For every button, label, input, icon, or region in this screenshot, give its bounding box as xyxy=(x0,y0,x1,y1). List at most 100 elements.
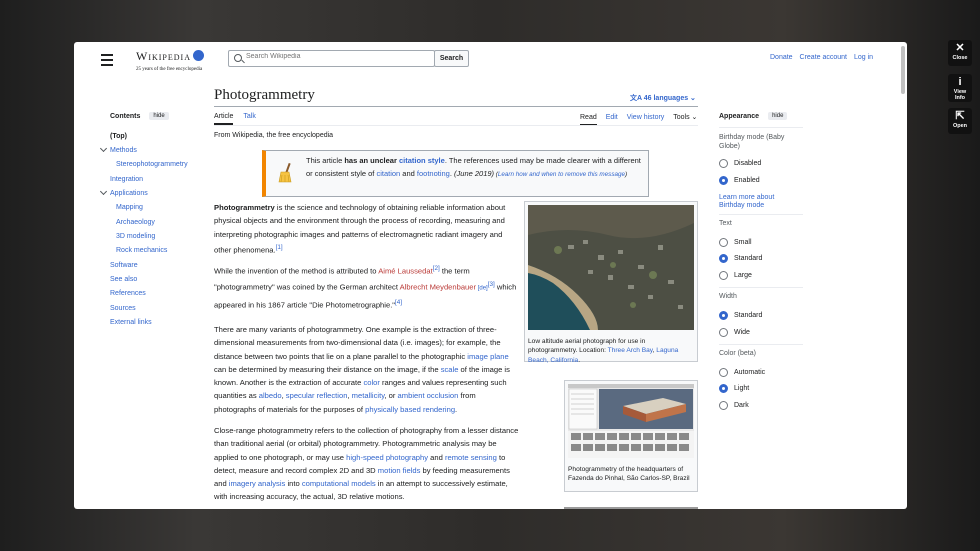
tab-edit[interactable]: Edit xyxy=(606,114,618,121)
albedo-link[interactable]: albedo xyxy=(259,391,282,400)
toc-item-stereophotogrammetry[interactable]: Stereophotogrammetry xyxy=(116,161,188,168)
ref-1[interactable]: [1] xyxy=(276,244,283,251)
toc-item-external-links[interactable]: External links xyxy=(110,319,152,326)
toc-item-top[interactable]: (Top) xyxy=(110,133,127,140)
tab-talk[interactable]: Talk xyxy=(243,113,255,120)
ref-4[interactable]: [4] xyxy=(395,299,402,306)
toc-item-references[interactable]: References xyxy=(110,290,146,297)
radio-width-wide[interactable]: Wide xyxy=(719,328,750,337)
main-menu-icon[interactable] xyxy=(101,54,113,69)
close-button[interactable]: ✕ Close xyxy=(948,40,972,66)
toc-title: Contents xyxy=(110,112,141,120)
radio-button[interactable] xyxy=(719,328,728,337)
radio-color-dark[interactable]: Dark xyxy=(719,401,749,410)
search-input[interactable] xyxy=(246,53,416,60)
radio-button[interactable] xyxy=(719,384,728,393)
p4-text-b: and xyxy=(428,452,445,462)
ambient-occlusion-link[interactable]: ambient occlusion xyxy=(398,391,459,400)
radio-button[interactable] xyxy=(719,238,728,247)
citation-link[interactable]: citation xyxy=(376,169,400,178)
scale-link[interactable]: scale xyxy=(441,365,459,374)
toc-item-see-also[interactable]: See also xyxy=(110,276,137,283)
radio-enabled[interactable]: Enabled xyxy=(719,176,760,185)
radio-button[interactable] xyxy=(719,159,728,168)
radio-text-small[interactable]: Small xyxy=(719,238,752,247)
scrollbar-thumb[interactable] xyxy=(901,46,905,94)
toc-item-integration[interactable]: Integration xyxy=(110,176,143,183)
toc-item-mapping[interactable]: Mapping xyxy=(116,204,143,211)
radio-button[interactable] xyxy=(719,368,728,377)
radio-label: Disabled xyxy=(734,160,762,167)
view-info-button[interactable]: i View Info xyxy=(948,74,972,102)
close-label: Close xyxy=(952,55,968,61)
logo-wordmark: Wikipedia xyxy=(136,49,191,63)
text-size-label: Text xyxy=(719,220,732,227)
figure-next-preview xyxy=(564,507,698,509)
radio-button[interactable] xyxy=(719,271,728,280)
learn-remove-link[interactable]: Learn how and when to remove this messag… xyxy=(498,171,625,178)
tools-menu[interactable]: Tools ⌄ xyxy=(673,114,697,121)
logo-tagline: 25 years of the free encyclopedia xyxy=(136,67,203,72)
toc-hide-button[interactable]: hide xyxy=(149,112,169,120)
three-arch-bay-link[interactable]: Three Arch Bay xyxy=(608,347,653,354)
remote-sensing-link[interactable]: remote sensing xyxy=(445,453,497,462)
broom-icon xyxy=(278,163,292,183)
wikipedia-logo[interactable]: Wikipedia 25 years of the free encyclope… xyxy=(136,47,204,72)
browser-frame: Wikipedia 25 years of the free encyclope… xyxy=(74,42,907,509)
create-account-link[interactable]: Create account xyxy=(800,54,847,61)
toc-item-3d-modeling[interactable]: 3D modeling xyxy=(116,233,155,240)
aerial-photo-image[interactable] xyxy=(528,205,694,330)
birthday-learn-more-link[interactable]: Learn more about Birthday mode xyxy=(719,194,789,210)
appearance-divider xyxy=(719,287,803,288)
radio-button[interactable] xyxy=(719,311,728,320)
toc-item-rock-mechanics[interactable]: Rock mechanics xyxy=(116,247,167,254)
radio-width-standard[interactable]: Standard xyxy=(719,311,762,320)
external-link-icon: ⇱ xyxy=(955,110,965,122)
photogrammetry-software-image[interactable] xyxy=(568,384,694,458)
site-subtitle: From Wikipedia, the free encyclopedia xyxy=(214,132,334,139)
view-tabs: Read Edit View history Tools ⌄ xyxy=(580,113,697,126)
toc-item-archaeology[interactable]: Archaeology xyxy=(116,219,155,226)
laussedat-link[interactable]: Aimé Laussedat xyxy=(378,267,432,276)
computational-models-link[interactable]: computational models xyxy=(302,479,376,488)
radio-button[interactable] xyxy=(719,254,728,263)
specular-reflection-link[interactable]: specular reflection xyxy=(286,391,348,400)
chevron-down-icon[interactable] xyxy=(99,187,108,196)
physically-based-rendering-link[interactable]: physically based rendering xyxy=(365,405,455,414)
open-button[interactable]: ⇱ Open xyxy=(948,108,972,134)
citation-style-link[interactable]: citation style xyxy=(399,156,445,165)
search-button[interactable]: Search xyxy=(434,50,469,67)
login-link[interactable]: Log in xyxy=(854,54,873,61)
ref-2[interactable]: [2] xyxy=(433,265,440,272)
notice-text-4: and xyxy=(400,168,417,178)
image-plane-link[interactable]: image plane xyxy=(467,352,508,361)
tab-view-history[interactable]: View history xyxy=(627,114,665,121)
toc-item-methods[interactable]: Methods xyxy=(110,147,137,154)
tab-article[interactable]: Article xyxy=(214,113,234,125)
paragraph-history: While the invention of the method is att… xyxy=(214,262,519,311)
de-interlanguage-link[interactable]: [de] xyxy=(476,285,488,291)
language-button[interactable]: 文A 46 languages ⌄ xyxy=(630,93,696,103)
chevron-down-icon[interactable] xyxy=(99,144,108,153)
radio-color-automatic[interactable]: Automatic xyxy=(719,368,765,377)
motion-fields-link[interactable]: motion fields xyxy=(378,466,421,475)
appearance-hide-button[interactable]: hide xyxy=(768,112,788,120)
imagery-analysis-link[interactable]: imagery analysis xyxy=(229,479,286,488)
toc-item-software[interactable]: Software xyxy=(110,262,138,269)
meydenbauer-link[interactable]: Albrecht Meydenbauer xyxy=(400,282,476,291)
donate-link[interactable]: Donate xyxy=(770,54,793,61)
radio-text-large[interactable]: Large xyxy=(719,271,752,280)
radio-text-standard[interactable]: Standard xyxy=(719,254,762,263)
footnoting-link[interactable]: footnoting xyxy=(417,169,450,178)
radio-button[interactable] xyxy=(719,176,728,185)
ref-3[interactable]: [3] xyxy=(488,281,495,288)
radio-color-light[interactable]: Light xyxy=(719,384,749,393)
radio-button[interactable] xyxy=(719,401,728,410)
high-speed-photography-link[interactable]: high-speed photography xyxy=(346,453,428,462)
color-label: Color (beta) xyxy=(719,350,756,357)
toc-item-sources[interactable]: Sources xyxy=(110,305,136,312)
toc-item-applications[interactable]: Applications xyxy=(110,190,148,197)
metallicity-link[interactable]: metallicity xyxy=(352,391,385,400)
color-link[interactable]: color xyxy=(363,378,379,387)
radio-disabled[interactable]: Disabled xyxy=(719,159,761,168)
